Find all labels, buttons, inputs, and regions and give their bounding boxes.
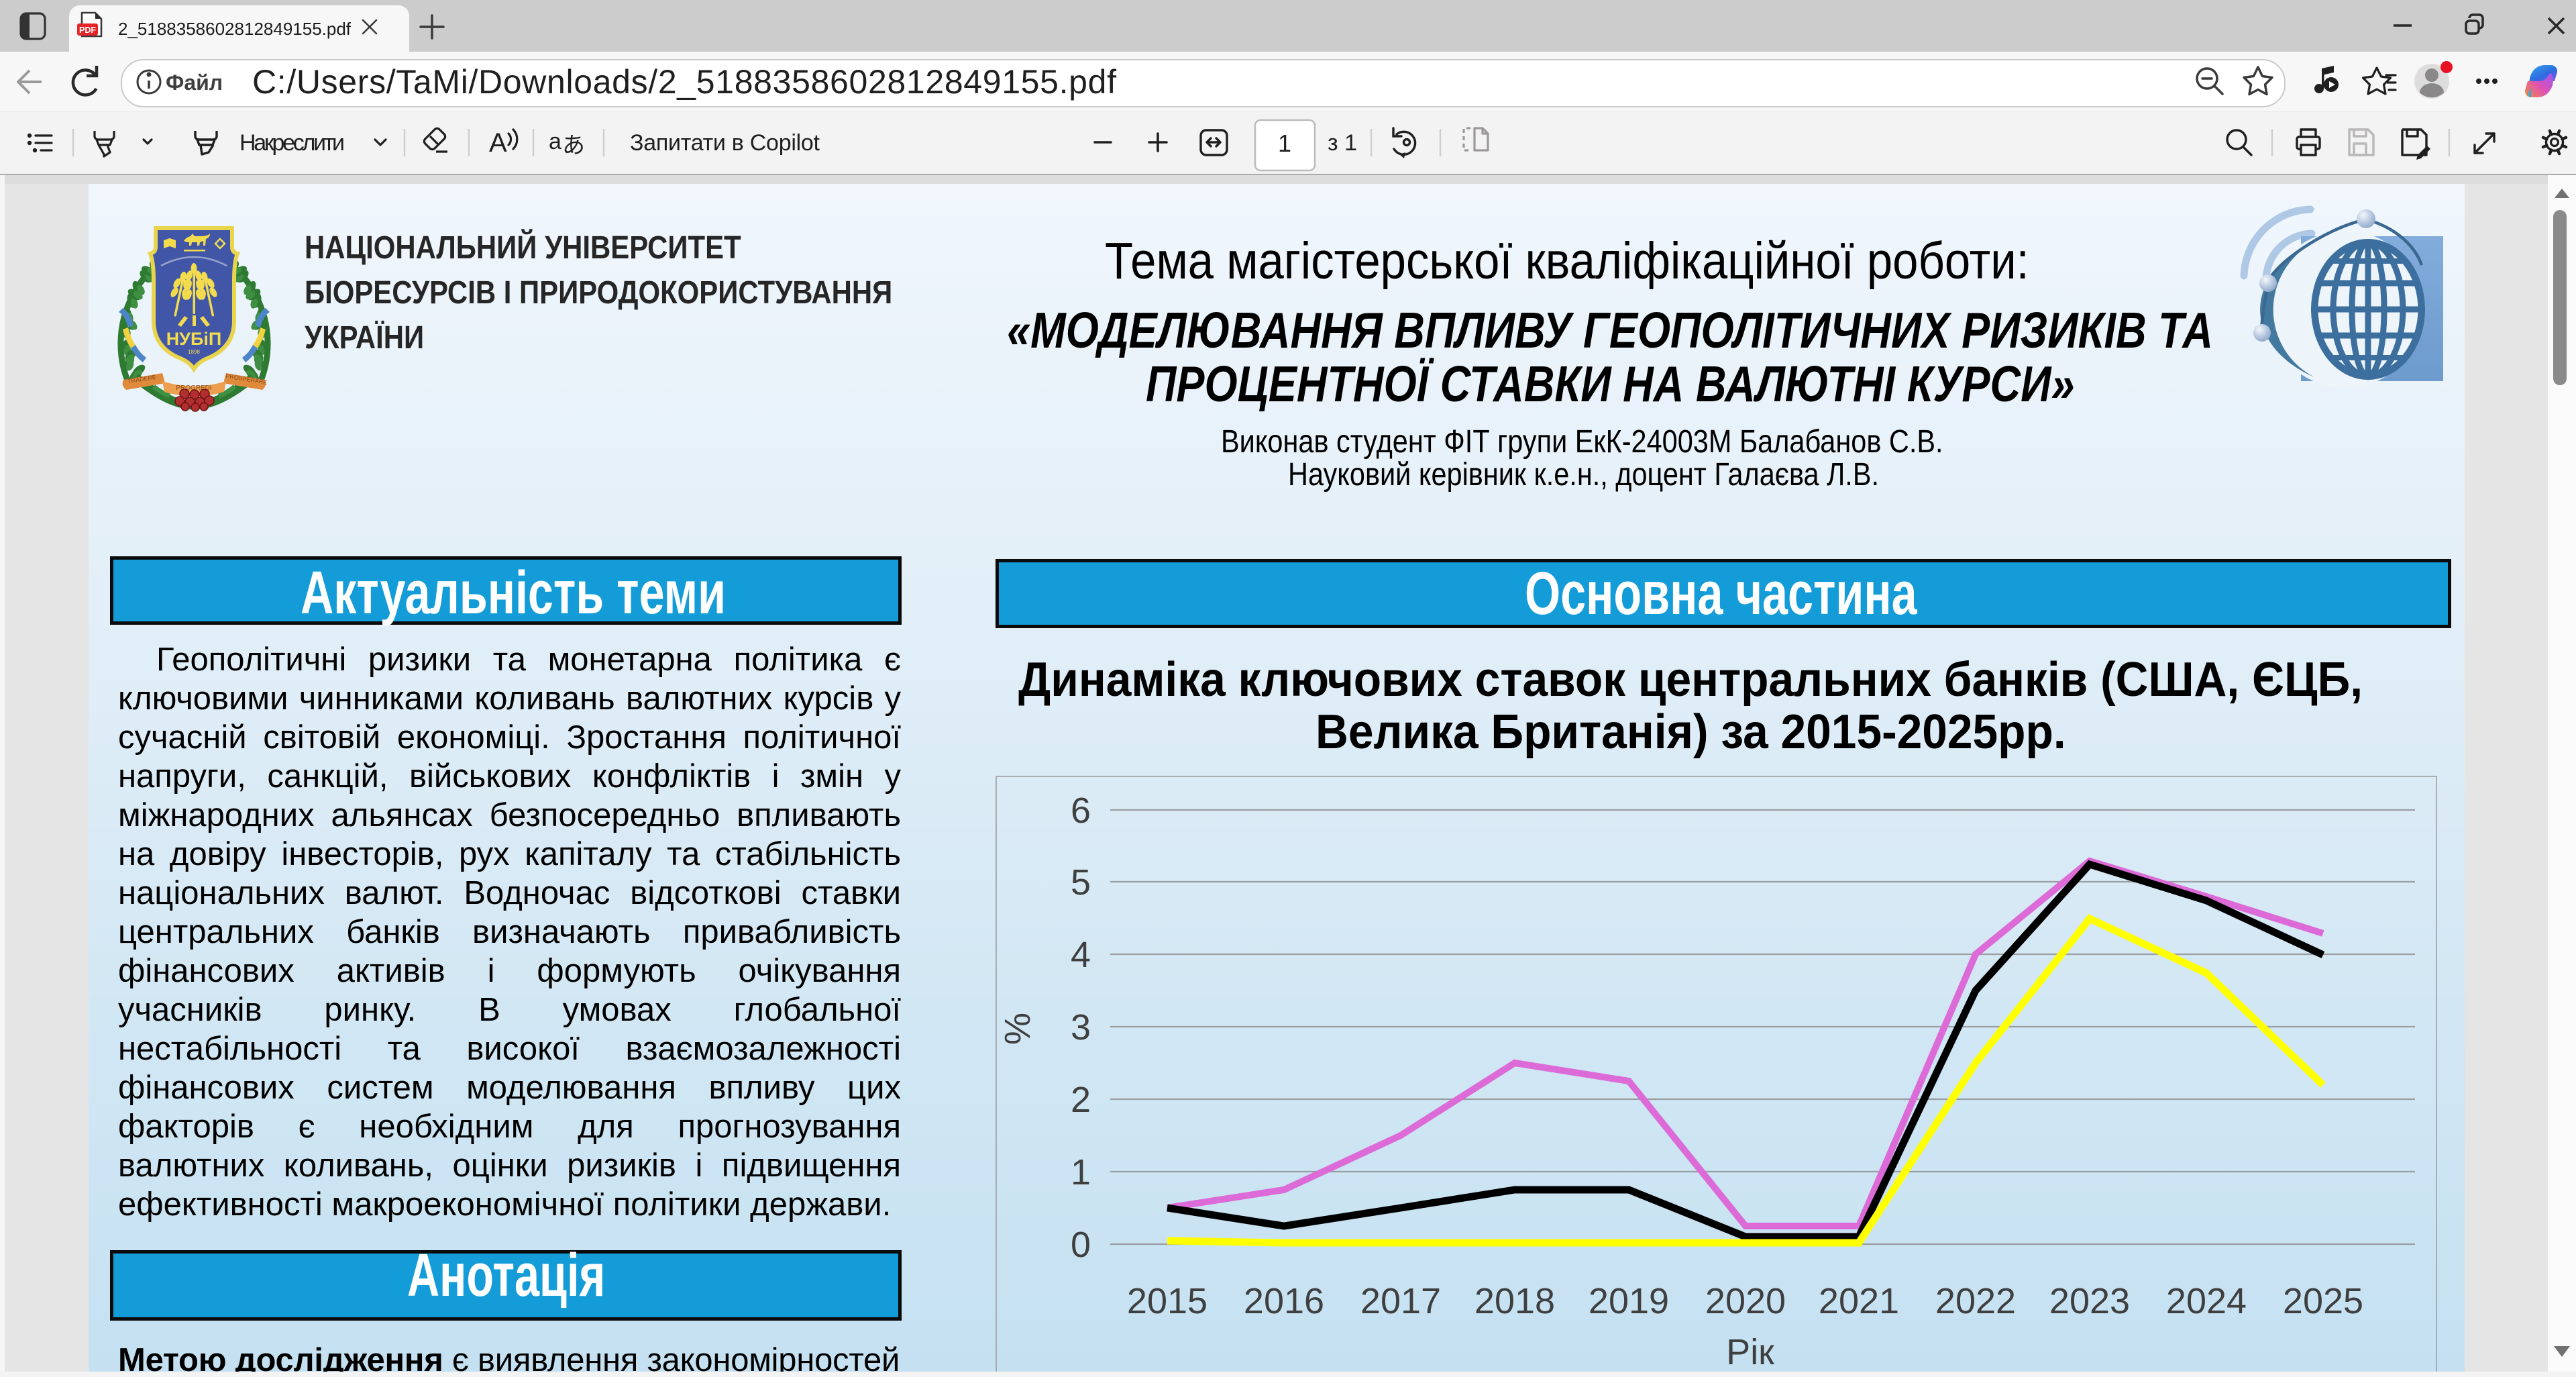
svg-text:Рік: Рік xyxy=(1726,1332,1774,1372)
svg-text:6: 6 xyxy=(1071,790,1091,831)
svg-text:Запитати в Copilot: Запитати в Copilot xyxy=(630,130,820,156)
svg-text:НУБіП: НУБіП xyxy=(166,329,222,349)
svg-text:2016: 2016 xyxy=(1244,1281,1324,1321)
svg-text:Накреслити: Накреслити xyxy=(239,130,345,156)
svg-text:2024: 2024 xyxy=(2166,1281,2247,1321)
svg-text:2_5188358602812849155.pdf: 2_5188358602812849155.pdf xyxy=(118,19,352,39)
svg-text:з 1: з 1 xyxy=(1328,130,1357,156)
svg-text:2021: 2021 xyxy=(1819,1281,1899,1321)
svg-text:1898: 1898 xyxy=(188,349,200,355)
svg-text:2022: 2022 xyxy=(1935,1281,2016,1321)
svg-text:5: 5 xyxy=(1071,862,1091,903)
svg-text:2: 2 xyxy=(1071,1080,1091,1120)
svg-text:1: 1 xyxy=(1278,130,1291,157)
svg-text:0: 0 xyxy=(1071,1225,1091,1265)
svg-text:3: 3 xyxy=(1071,1007,1091,1048)
svg-text:2025: 2025 xyxy=(2283,1281,2363,1321)
svg-text:a: a xyxy=(549,129,561,154)
svg-text:4: 4 xyxy=(1071,935,1091,975)
svg-text:2017: 2017 xyxy=(1360,1281,1441,1321)
svg-text:PDF: PDF xyxy=(79,26,96,35)
svg-text:%: % xyxy=(998,1013,1038,1045)
svg-text:C:/Users/TaMi/Downloads/2_5188: C:/Users/TaMi/Downloads/2_51883586028128… xyxy=(252,63,1116,101)
svg-text:A: A xyxy=(489,128,507,158)
svg-text:2015: 2015 xyxy=(1127,1281,1208,1321)
svg-text:あ: あ xyxy=(562,133,585,158)
svg-text:2020: 2020 xyxy=(1705,1281,1786,1321)
svg-text:2023: 2023 xyxy=(2049,1281,2130,1321)
svg-text:1: 1 xyxy=(1071,1152,1091,1192)
svg-text:2019: 2019 xyxy=(1589,1281,1669,1321)
svg-text:2018: 2018 xyxy=(1474,1281,1555,1321)
svg-text:Файл: Файл xyxy=(166,70,223,95)
